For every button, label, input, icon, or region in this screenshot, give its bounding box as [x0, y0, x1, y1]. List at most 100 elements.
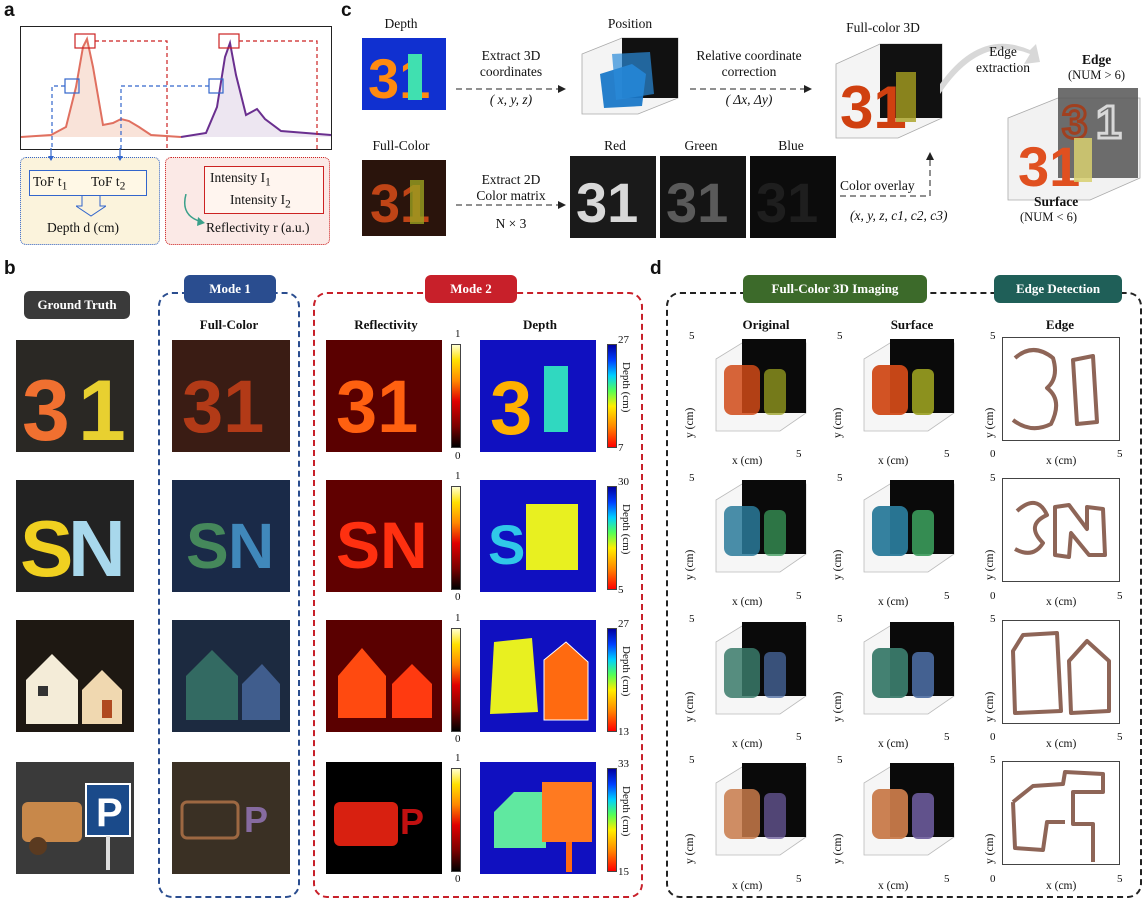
surface-plot-2: [850, 476, 960, 586]
y-label-edge-1: y (cm): [984, 407, 996, 438]
x-label-orig-4: x (cm): [732, 880, 763, 892]
edge-plot-1: [1002, 337, 1120, 441]
tick-y5-surf-3: 5: [837, 613, 843, 625]
y-label-surf-1: y (cm): [832, 407, 844, 438]
tof-box: ToF t1 ToF t2 Depth d (cm): [20, 157, 160, 245]
fc3d-pill: Full-Color 3D Imaging: [743, 275, 927, 303]
original-plot-1: [702, 335, 812, 445]
refl-image-2: SN: [326, 480, 442, 592]
arrow-overlay: [840, 152, 934, 197]
tick-y5-edge-1: 5: [990, 330, 996, 342]
gt-image-1: 31: [16, 340, 134, 459]
arrow-relcoord: [690, 85, 812, 93]
tick-x5-edge-1: 5: [1117, 448, 1123, 460]
tick-x5-edge-2: 5: [1117, 590, 1123, 602]
panel-letter-a: a: [4, 0, 15, 21]
depth-max-2: 30: [618, 476, 629, 488]
refl-min-3: 0: [455, 733, 461, 745]
original-plot-2: [702, 476, 812, 586]
tick-y5-edge-4: 5: [990, 754, 996, 766]
depth-unit-4: Depth (cm): [620, 786, 632, 837]
arrow-extract2d: [456, 201, 566, 209]
edge-plot-3: [1002, 620, 1120, 724]
col-edge-title: Edge: [1045, 317, 1075, 332]
tick-x5-surf-2: 5: [944, 590, 950, 602]
tick-y5-orig-1: 5: [689, 330, 695, 342]
refl-colorbar-4: [451, 768, 461, 872]
tick-y5-edge-2: 5: [990, 472, 996, 484]
surface-plot-1: [850, 335, 960, 445]
c-surface-label: Surface: [1034, 194, 1079, 209]
down-arrow-icon: [76, 196, 106, 217]
x-label-orig-1: x (cm): [732, 455, 763, 467]
x-label-edge-2: x (cm): [1046, 596, 1077, 608]
mode1-pill: Mode 1: [184, 275, 276, 303]
svg-text:S: S: [488, 513, 525, 576]
svg-text:31: 31: [1018, 135, 1080, 198]
tick-0-edge-4: 0: [990, 873, 996, 885]
extract3d-text: Extract 3D coordinates ( x, y, z): [479, 48, 543, 107]
x-label-surf-1: x (cm): [878, 455, 909, 467]
edge-detection-pill: Edge Detection: [994, 275, 1122, 303]
fc-image-3: [172, 620, 290, 732]
depth-image-2: S: [480, 480, 596, 592]
svg-text:1: 1: [78, 363, 126, 452]
tof-arrows: [48, 148, 123, 161]
c-fullcolor3d-label: Full-color 3D: [846, 20, 920, 35]
col-original-title: Original: [742, 317, 790, 332]
tick-y5-orig-4: 5: [689, 754, 695, 766]
col-depth-title: Depth: [523, 317, 557, 332]
svg-text:S: S: [20, 504, 73, 592]
panel-letter-c: c: [341, 0, 352, 21]
gt-image-4: P: [16, 762, 134, 874]
intensity-box: Intensity I1 Intensity I2 Reflectivity r…: [165, 157, 330, 245]
refl-max-2: 1: [455, 470, 461, 482]
tick-y5-orig-2: 5: [689, 472, 695, 484]
y-label-edge-3: y (cm): [984, 691, 996, 722]
fc-image-4: P: [172, 762, 290, 874]
tick-y5-surf-1: 5: [837, 330, 843, 342]
c-fullcolor-label: Full-Color: [372, 138, 430, 153]
tick-x5-edge-4: 5: [1117, 873, 1123, 885]
c-red-image: 31: [570, 156, 656, 238]
reflectivity-label: Reflectivity r (a.u.): [206, 220, 310, 235]
svg-text:31: 31: [182, 365, 264, 448]
x-label-surf-2: x (cm): [878, 596, 909, 608]
depth-min-2: 5: [618, 584, 624, 596]
intensity-1-label: Intensity I1: [210, 170, 271, 189]
depth-unit-2: Depth (cm): [620, 504, 632, 555]
refl-colorbar-2: [451, 486, 461, 590]
tick-x5-orig-2: 5: [796, 590, 802, 602]
gt-image-2: SN: [16, 480, 134, 593]
depth-unit-3: Depth (cm): [620, 646, 632, 697]
tick-y5-surf-2: 5: [837, 472, 843, 484]
x-label-orig-2: x (cm): [732, 596, 763, 608]
tick-0-edge-3: 0: [990, 731, 996, 743]
gt-image-3: [16, 620, 134, 732]
depth-colorbar-2: [607, 486, 617, 590]
y-label-orig-1: y (cm): [684, 407, 696, 438]
tick-x5-orig-1: 5: [796, 448, 802, 460]
c-edge-label: Edge: [1082, 52, 1112, 67]
y-label-orig-3: y (cm): [684, 691, 696, 722]
svg-text:P: P: [96, 791, 123, 835]
c-red-label: Red: [604, 138, 626, 153]
depth-image-1: 3: [480, 340, 596, 452]
refl-image-4: P: [326, 762, 442, 874]
refl-max-3: 1: [455, 612, 461, 624]
tick-0-edge-2: 0: [990, 590, 996, 602]
y-label-orig-2: y (cm): [684, 549, 696, 580]
tick-x5-orig-3: 5: [796, 731, 802, 743]
refl-max-1: 1: [455, 328, 461, 340]
panel-letter-d: d: [650, 258, 662, 279]
svg-text:3: 3: [22, 363, 70, 452]
original-plot-3: [702, 618, 812, 728]
refl-min-2: 0: [455, 591, 461, 603]
tick-y5-orig-3: 5: [689, 613, 695, 625]
depth-colorbar-4: [607, 768, 617, 872]
x-label-surf-4: x (cm): [878, 880, 909, 892]
depth-min-4: 15: [618, 866, 629, 878]
fc-image-2: SN: [172, 480, 290, 592]
x-label-surf-3: x (cm): [878, 738, 909, 750]
tick-y5-edge-3: 5: [990, 613, 996, 625]
